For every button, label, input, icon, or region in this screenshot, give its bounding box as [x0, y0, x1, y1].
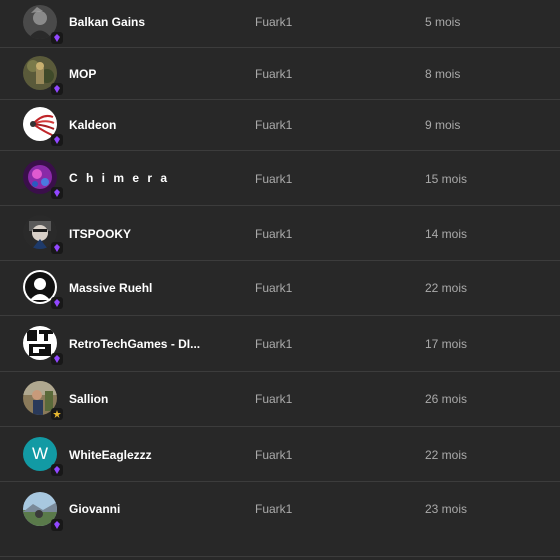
- username[interactable]: ITSPOOKY: [69, 227, 131, 241]
- subscriber-badge-icon: [51, 83, 63, 95]
- list-item[interactable]: Massive Ruehl Fuark1 22 mois: [0, 261, 560, 316]
- list-item[interactable]: Kaldeon Fuark1 9 mois: [0, 100, 560, 151]
- avatar[interactable]: W: [23, 437, 63, 476]
- username[interactable]: Kaldeon: [69, 118, 116, 132]
- subscriber-badge-icon: [51, 134, 63, 146]
- avatar[interactable]: [23, 107, 63, 146]
- username[interactable]: Giovanni: [69, 502, 120, 516]
- avatar[interactable]: [23, 381, 63, 420]
- list-item[interactable]: RetroTechGames - DI... Fuark1 17 mois: [0, 316, 560, 372]
- avatar[interactable]: [23, 215, 63, 254]
- sub-duration: 22 mois: [425, 448, 468, 462]
- sub-duration: 5 mois: [425, 15, 461, 29]
- sub-duration: 15 mois: [425, 172, 468, 186]
- list-item[interactable]: Giovanni Fuark1 23 mois: [0, 482, 560, 555]
- list-item[interactable]: MOP Fuark1 8 mois: [0, 48, 560, 100]
- avatar[interactable]: [23, 492, 63, 531]
- gifter-name: Fuark1: [255, 172, 293, 186]
- subscriber-badge-icon: [51, 353, 63, 365]
- sub-duration: 22 mois: [425, 281, 468, 295]
- gifter-name: Fuark1: [255, 15, 293, 29]
- avatar[interactable]: [23, 326, 63, 365]
- list-item[interactable]: W WhiteEaglezzz Fuark1 22 mois: [0, 427, 560, 482]
- avatar[interactable]: [23, 56, 63, 95]
- gifter-name: Fuark1: [255, 337, 293, 351]
- divider: [0, 556, 560, 557]
- list-item[interactable]: C h i m e r a Fuark1 15 mois: [0, 151, 560, 206]
- gifter-name: Fuark1: [255, 281, 293, 295]
- avatar-letter: W: [31, 444, 49, 463]
- subscriber-badge-icon: [51, 464, 63, 476]
- gifter-name: Fuark1: [255, 118, 293, 132]
- avatar[interactable]: [23, 5, 63, 44]
- username[interactable]: WhiteEaglezzz: [69, 448, 152, 462]
- subscriber-badge-icon: [51, 408, 63, 420]
- subscriber-badge-icon: [51, 242, 63, 254]
- gifter-name: Fuark1: [255, 67, 293, 81]
- gifter-name: Fuark1: [255, 392, 293, 406]
- gifter-name: Fuark1: [255, 502, 293, 516]
- username[interactable]: Massive Ruehl: [69, 281, 152, 295]
- list-item[interactable]: ITSPOOKY Fuark1 14 mois: [0, 206, 560, 261]
- username[interactable]: Sallion: [69, 392, 108, 406]
- username[interactable]: MOP: [69, 67, 96, 81]
- sub-duration: 8 mois: [425, 67, 461, 81]
- gifter-name: Fuark1: [255, 227, 293, 241]
- subscriber-badge-icon: [51, 32, 63, 44]
- username[interactable]: RetroTechGames - DI...: [69, 337, 200, 351]
- gifter-name: Fuark1: [255, 448, 293, 462]
- sub-duration: 26 mois: [425, 392, 468, 406]
- username[interactable]: C h i m e r a: [69, 171, 170, 185]
- sub-duration: 17 mois: [425, 337, 468, 351]
- list-item[interactable]: Balkan Gains Fuark1 5 mois: [0, 0, 560, 48]
- sub-duration: 9 mois: [425, 118, 461, 132]
- sub-duration: 14 mois: [425, 227, 468, 241]
- sub-duration: 23 mois: [425, 502, 468, 516]
- subscriber-badge-icon: [51, 187, 63, 199]
- list-item[interactable]: Sallion Fuark1 26 mois: [0, 372, 560, 427]
- username[interactable]: Balkan Gains: [69, 15, 145, 29]
- avatar[interactable]: [23, 270, 63, 309]
- avatar[interactable]: [23, 160, 63, 199]
- subscriber-badge-icon: [51, 297, 63, 309]
- subscriber-badge-icon: [51, 519, 63, 531]
